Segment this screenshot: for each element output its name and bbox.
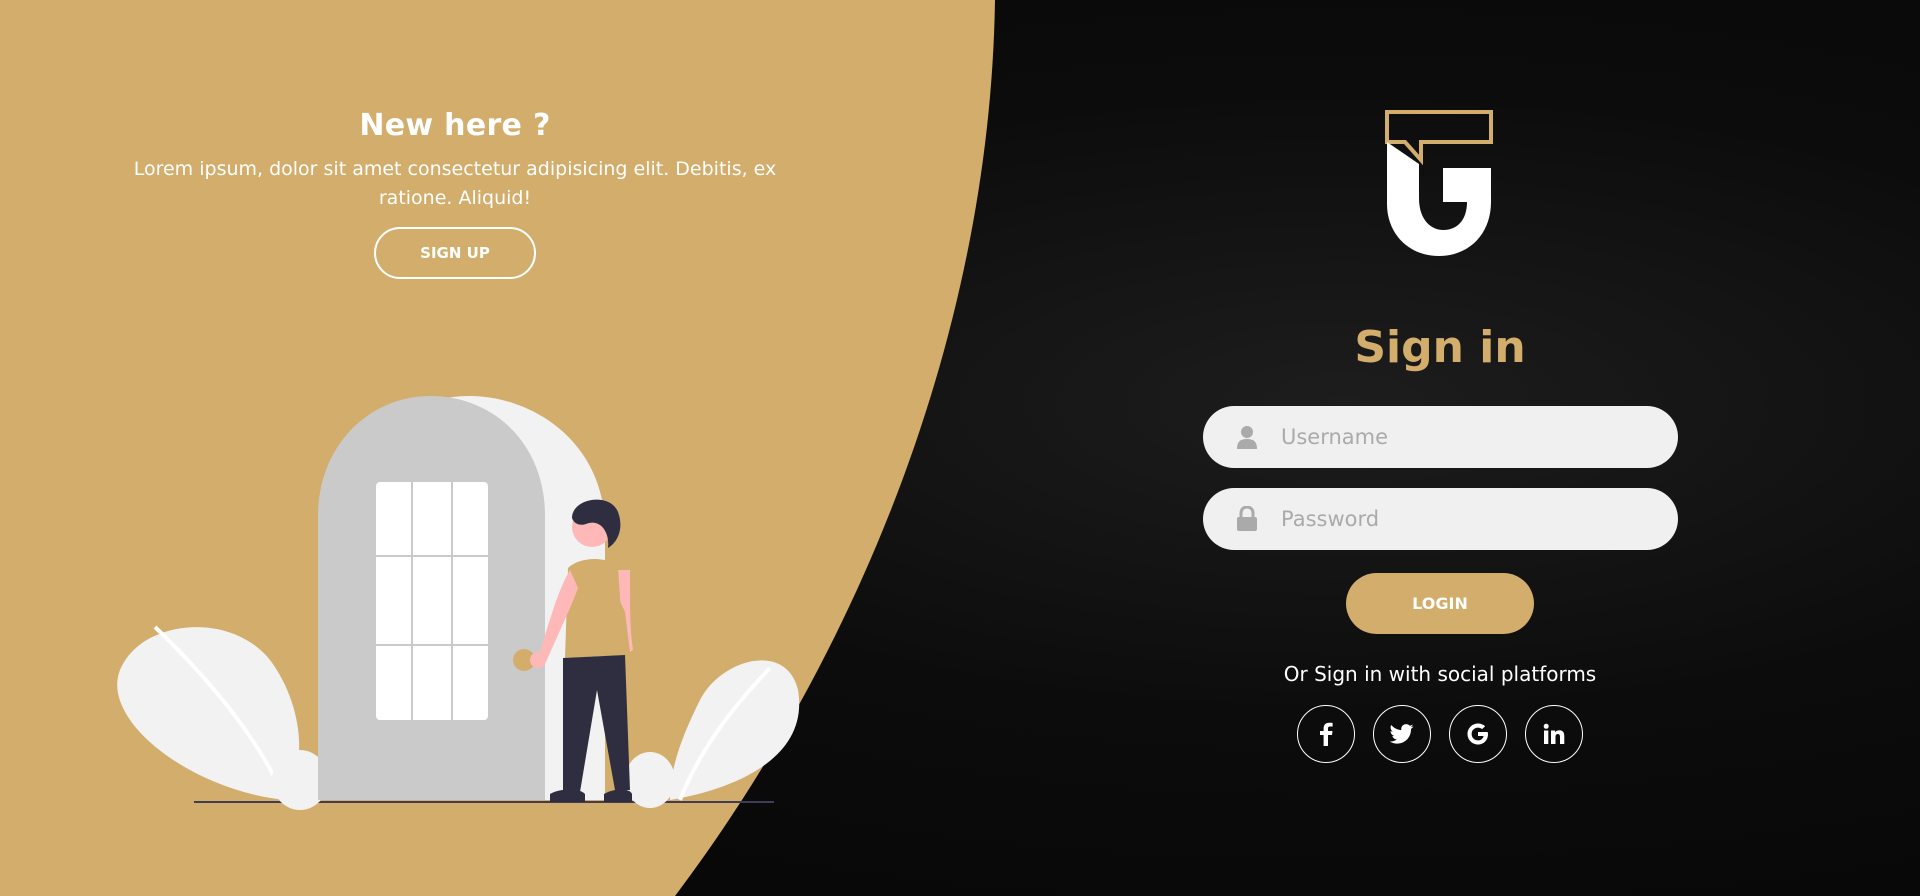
login-button[interactable]: LOGIN (1346, 573, 1534, 634)
facebook-button[interactable] (1297, 705, 1355, 763)
twitter-button[interactable] (1373, 705, 1431, 763)
password-input[interactable] (1281, 499, 1661, 539)
left-description: Lorem ipsum, dolor sit amet consectetur … (133, 158, 777, 209)
linkedin-icon (1543, 723, 1565, 744)
left-panel: New here ? Lorem ipsum, dolor sit amet c… (130, 108, 780, 279)
sign-in-title: Sign in (1354, 322, 1526, 373)
linkedin-button[interactable] (1525, 705, 1583, 763)
google-button[interactable] (1449, 705, 1507, 763)
social-signin-text: Or Sign in with social platforms (1283, 662, 1597, 686)
username-input[interactable] (1281, 417, 1661, 457)
username-field[interactable] (1203, 406, 1678, 468)
lock-icon (1233, 505, 1261, 533)
door-illustration (117, 396, 800, 810)
password-field[interactable] (1203, 488, 1678, 550)
brand-logo-icon (1385, 110, 1493, 256)
user-icon (1233, 423, 1261, 451)
twitter-icon (1390, 724, 1414, 744)
sign-up-button[interactable]: SIGN UP (374, 227, 536, 279)
facebook-icon (1320, 722, 1333, 746)
new-here-title: New here ? (359, 108, 551, 143)
google-icon (1467, 723, 1488, 745)
social-buttons (1297, 705, 1583, 763)
